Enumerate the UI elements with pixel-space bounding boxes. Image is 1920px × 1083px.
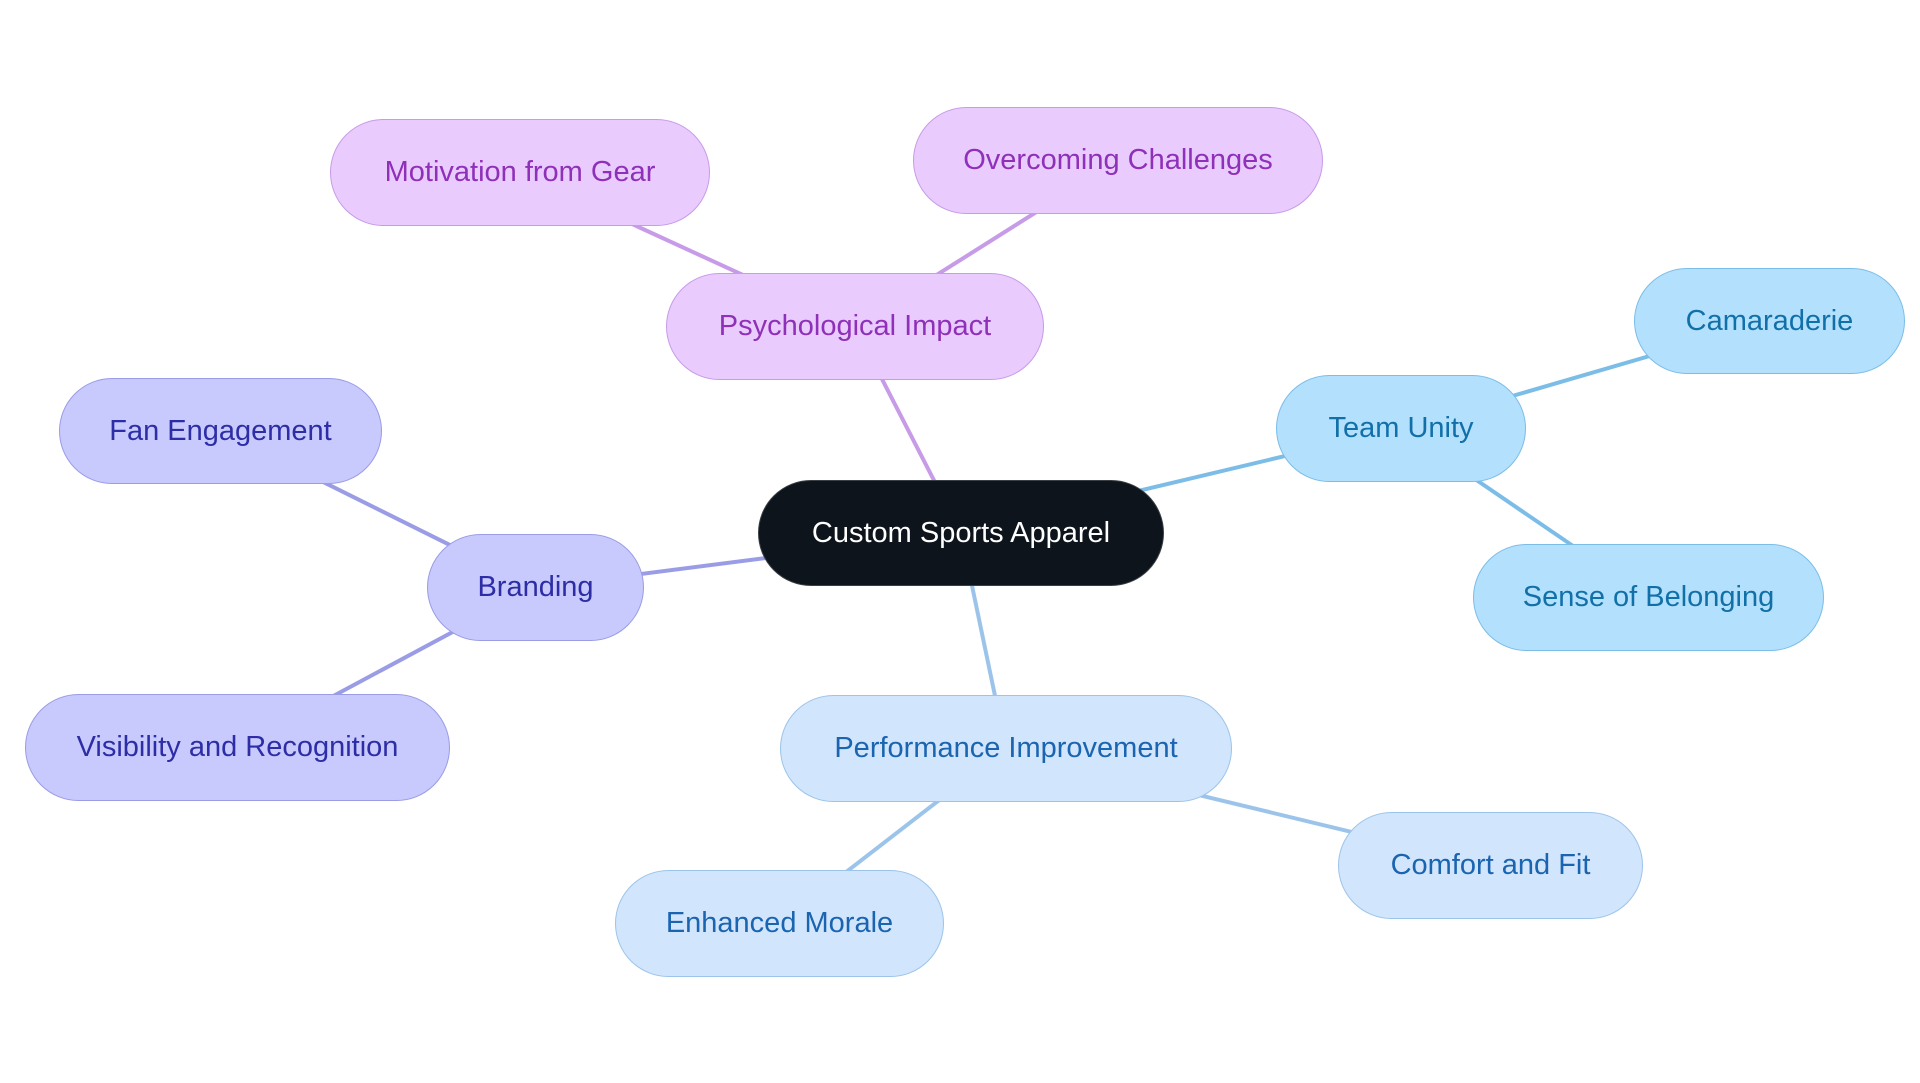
node-label: Overcoming Challenges — [963, 144, 1273, 176]
node-label: Comfort and Fit — [1390, 849, 1591, 881]
node-comfort-and-fit[interactable]: Comfort and Fit — [1338, 812, 1643, 919]
node-performance-improvement[interactable]: Performance Improvement — [780, 695, 1232, 802]
node-visibility-and-recognition[interactable]: Visibility and Recognition — [25, 694, 450, 801]
node-team-unity[interactable]: Team Unity — [1276, 375, 1526, 482]
node-label: Branding — [477, 571, 594, 603]
node-label: Team Unity — [1328, 412, 1474, 444]
node-psychological-impact[interactable]: Psychological Impact — [666, 273, 1044, 380]
node-label: Performance Improvement — [834, 732, 1178, 764]
node-camaraderie[interactable]: Camaraderie — [1634, 268, 1905, 374]
node-label: Camaraderie — [1685, 304, 1854, 337]
node-label: Psychological Impact — [718, 310, 992, 342]
node-enhanced-morale[interactable]: Enhanced Morale — [615, 870, 944, 977]
node-fan-engagement[interactable]: Fan Engagement — [59, 378, 382, 484]
node-sense-of-belonging[interactable]: Sense of Belonging — [1473, 544, 1824, 651]
node-label: Visibility and Recognition — [76, 731, 399, 763]
node-label: Motivation from Gear — [384, 156, 656, 188]
node-branding[interactable]: Branding — [427, 534, 644, 641]
node-label: Sense of Belonging — [1522, 581, 1775, 613]
node-label: Fan Engagement — [109, 414, 332, 447]
root-node-custom-sports-apparel[interactable]: Custom Sports Apparel — [758, 480, 1164, 586]
node-label: Enhanced Morale — [665, 907, 894, 939]
node-motivation-from-gear[interactable]: Motivation from Gear — [330, 119, 710, 226]
node-overcoming-challenges[interactable]: Overcoming Challenges — [913, 107, 1323, 214]
node-label: Custom Sports Apparel — [811, 516, 1111, 549]
